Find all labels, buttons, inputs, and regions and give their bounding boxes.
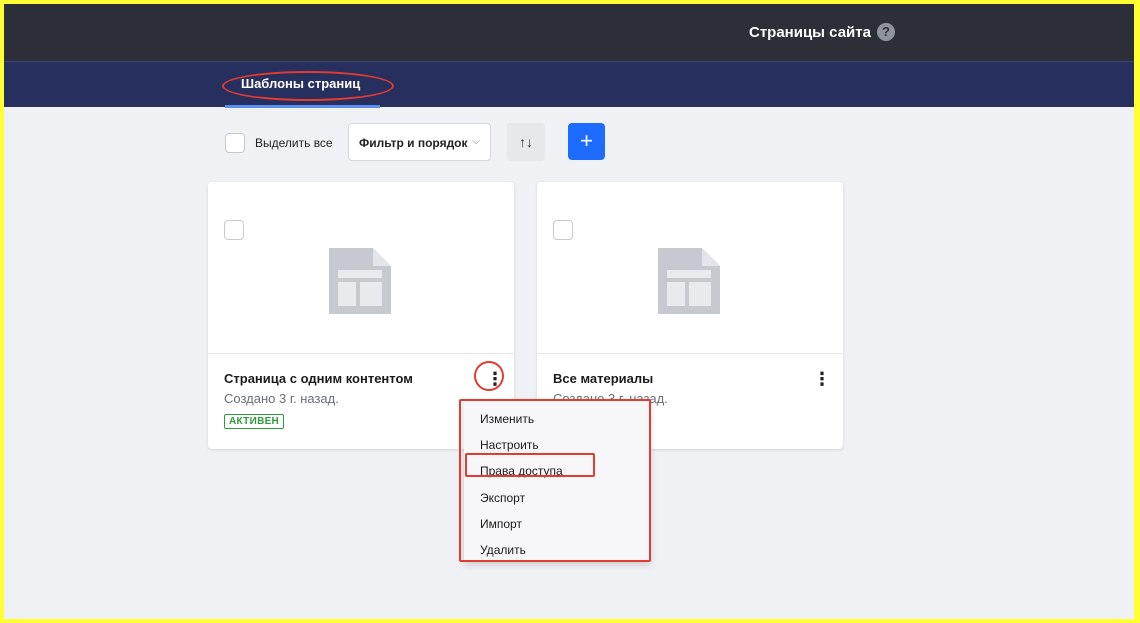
top-header-bar: Страницы сайта ? — [4, 4, 1134, 61]
tab-bar: Шаблоны страниц — [4, 61, 1134, 108]
more-options-icon[interactable]: ⋮ — [812, 368, 832, 390]
active-tab-indicator — [225, 105, 380, 108]
select-all-label: Выделить все — [255, 136, 333, 150]
card-title: Страница с одним контентом — [224, 371, 413, 386]
card-thumbnail — [208, 182, 514, 354]
card-created-date: Создано 3 г. назад. — [224, 391, 339, 406]
page-template-icon — [329, 248, 391, 314]
filter-and-order-dropdown[interactable]: Фильтр и порядок ⌵ — [348, 123, 491, 161]
help-icon[interactable]: ? — [876, 23, 895, 41]
highlight-menu-annotation — [459, 399, 651, 562]
card-title: Все материалы — [553, 371, 654, 386]
page-template-icon — [658, 248, 720, 314]
status-badge: АКТИВЕН — [224, 414, 285, 429]
app-window: Страницы сайта ? Шаблоны страниц Выделит… — [4, 4, 1134, 619]
filter-label: Фильтр и порядок — [359, 136, 468, 150]
plus-icon: + — [580, 128, 593, 153]
card-thumbnail — [537, 182, 843, 354]
page-title-text: Страницы сайта — [749, 23, 871, 41]
add-button[interactable]: + — [568, 123, 605, 160]
page-title: Страницы сайта ? — [749, 23, 895, 41]
sort-arrows-icon: ↑↓ — [519, 134, 533, 150]
select-all-checkbox[interactable] — [225, 133, 245, 153]
sort-button[interactable]: ↑↓ — [507, 123, 545, 161]
chevron-down-icon: ⌵ — [472, 136, 480, 147]
highlight-circle-annotation — [474, 361, 504, 391]
highlight-permissions-annotation — [465, 453, 595, 477]
highlight-oval-annotation — [222, 71, 394, 101]
card-checkbox[interactable] — [224, 220, 244, 240]
card-checkbox[interactable] — [553, 220, 573, 240]
